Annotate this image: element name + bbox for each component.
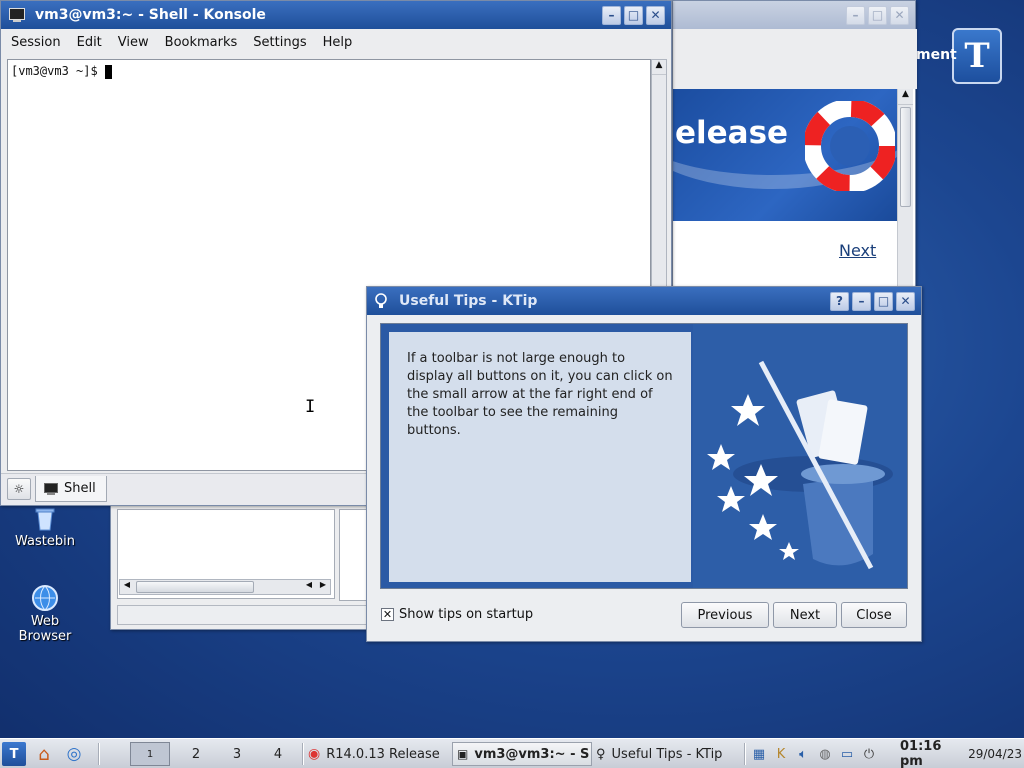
magic-hat-illustration <box>693 324 907 588</box>
terminal-icon <box>9 8 25 22</box>
maximize-icon[interactable]: □ <box>874 291 893 311</box>
desktop-pager-4[interactable]: 4 <box>258 742 298 766</box>
browser-titlebar[interactable]: – □ ✕ <box>673 1 915 29</box>
close-icon[interactable]: ✕ <box>646 5 665 25</box>
clock-date: 29/04/23 <box>968 747 1022 761</box>
previous-button[interactable]: Previous <box>681 602 769 628</box>
menu-edit[interactable]: Edit <box>69 35 110 50</box>
lightbulb-icon <box>375 293 387 308</box>
banner-title: elease <box>675 115 789 151</box>
browser-scroll-thumb[interactable] <box>900 107 911 207</box>
terminal-prompt: [vm3@vm3 ~]$ <box>11 64 105 78</box>
new-session-button[interactable]: ☼ <box>7 478 31 500</box>
close-button[interactable]: Close <box>841 602 907 628</box>
next-link[interactable]: Next <box>839 241 876 260</box>
background-statusbar <box>117 605 371 625</box>
konsole-title: vm3@vm3:~ - Shell - Konsole <box>35 7 266 23</box>
clipboard-icon[interactable]: K <box>772 747 790 762</box>
terminal-icon <box>44 482 58 495</box>
browser-launcher-icon[interactable]: ◎ <box>62 742 86 766</box>
tab-shell[interactable]: Shell <box>35 476 107 502</box>
minimize-icon[interactable]: – <box>852 291 871 311</box>
globe-icon <box>32 585 58 611</box>
release-banner: elease <box>673 89 897 221</box>
taskbar: T ⌂ ◎ 1 2 3 4 ◉ R14.0.13 Release ▣ vm3@v… <box>0 738 1024 768</box>
trinity-menu-button[interactable]: T <box>2 742 26 766</box>
task-browser[interactable]: ◉ R14.0.13 Release <box>308 742 448 766</box>
browser-title-fragment: ment <box>916 47 957 63</box>
clock[interactable]: 01:16 pm 29/04/23 <box>900 739 1022 768</box>
maximize-icon[interactable]: □ <box>624 5 643 25</box>
tip-text-panel: If a toolbar is not large enough to disp… <box>389 332 691 582</box>
menu-bookmarks[interactable]: Bookmarks <box>157 35 246 50</box>
lightbulb-icon: ♀ <box>596 746 606 762</box>
lifebuoy-icon: ◉ <box>308 746 321 762</box>
terminal-icon: ▣ <box>457 747 469 761</box>
background-hscrollbar[interactable]: ◀ ◀ ▶ <box>119 579 331 595</box>
separator <box>302 743 304 765</box>
close-icon[interactable]: ✕ <box>896 291 915 311</box>
desktop-icon-wastebin[interactable]: Wastebin <box>8 506 82 554</box>
trinity-logo-glyph: T <box>964 36 990 76</box>
trinity-logo: T <box>952 28 1002 84</box>
konsole-titlebar[interactable]: vm3@vm3:~ - Shell - Konsole – □ ✕ <box>1 1 671 29</box>
ktip-titlebar[interactable]: Useful Tips - KTip ? – □ ✕ <box>367 287 921 315</box>
web-browser-label-line2: Browser <box>18 629 72 644</box>
menu-view[interactable]: View <box>110 35 157 50</box>
separator <box>98 743 100 765</box>
task-konsole[interactable]: ▣ vm3@vm3:~ - S <box>452 742 592 766</box>
menu-session[interactable]: Session <box>3 35 69 50</box>
background-hscroll-thumb[interactable] <box>136 581 254 593</box>
show-tips-label[interactable]: Show tips on startup <box>399 607 533 622</box>
browser-window: – □ ✕ elease ▲ Next <box>672 0 917 290</box>
konsole-menubar: Session Edit View Bookmarks Settings Hel… <box>1 29 671 55</box>
separator <box>744 743 746 765</box>
next-button[interactable]: Next <box>773 602 837 628</box>
maximize-icon[interactable]: □ <box>868 5 887 25</box>
desktop-pager-1[interactable]: 1 <box>130 742 170 766</box>
ktip-dialog: Useful Tips - KTip ? – □ ✕ If a toolbar … <box>366 286 922 642</box>
network-icon[interactable]: ▦ <box>750 747 768 762</box>
menu-settings[interactable]: Settings <box>245 35 314 50</box>
tip-text: If a toolbar is not large enough to disp… <box>407 351 673 438</box>
browser-toolbar <box>673 29 917 89</box>
clock-time: 01:16 pm <box>900 739 942 768</box>
terminal-cursor <box>104 64 112 79</box>
power-icon[interactable]: ⏻ <box>860 747 878 762</box>
background-window: ◀ ◀ ▶ <box>110 500 379 630</box>
web-browser-label-line1: Web <box>30 614 60 629</box>
wastebin-icon <box>35 508 55 531</box>
close-icon[interactable]: ✕ <box>890 5 909 25</box>
text-cursor-icon: I <box>305 397 316 417</box>
system-tray: ▦ K 🔈︎ ◍ ▭ ⏻ <box>750 742 890 766</box>
tab-shell-label: Shell <box>64 481 96 496</box>
desktop-pager-2[interactable]: 2 <box>176 742 216 766</box>
minimize-icon[interactable]: – <box>602 5 621 25</box>
help-icon[interactable]: ? <box>830 291 849 311</box>
wastebin-label: Wastebin <box>15 534 75 549</box>
minimize-icon[interactable]: – <box>846 5 865 25</box>
lifebuoy-icon <box>805 101 895 191</box>
tip-frame: If a toolbar is not large enough to disp… <box>380 323 908 589</box>
display-icon[interactable]: ▭ <box>838 747 856 762</box>
menu-help[interactable]: Help <box>315 35 361 50</box>
desktop-pager-3[interactable]: 3 <box>217 742 257 766</box>
browser-scrollbar[interactable]: ▲ <box>897 89 913 289</box>
desktop-icon-web-browser[interactable]: Web Browser <box>8 582 82 652</box>
task-ktip[interactable]: ♀ Useful Tips - KTip <box>596 742 740 766</box>
update-icon[interactable]: ◍ <box>816 747 834 762</box>
home-icon[interactable]: ⌂ <box>32 742 56 766</box>
volume-icon[interactable]: 🔈︎ <box>794 747 812 762</box>
show-tips-checkbox[interactable]: ✕ <box>381 608 394 621</box>
ktip-title: Useful Tips - KTip <box>399 293 538 309</box>
